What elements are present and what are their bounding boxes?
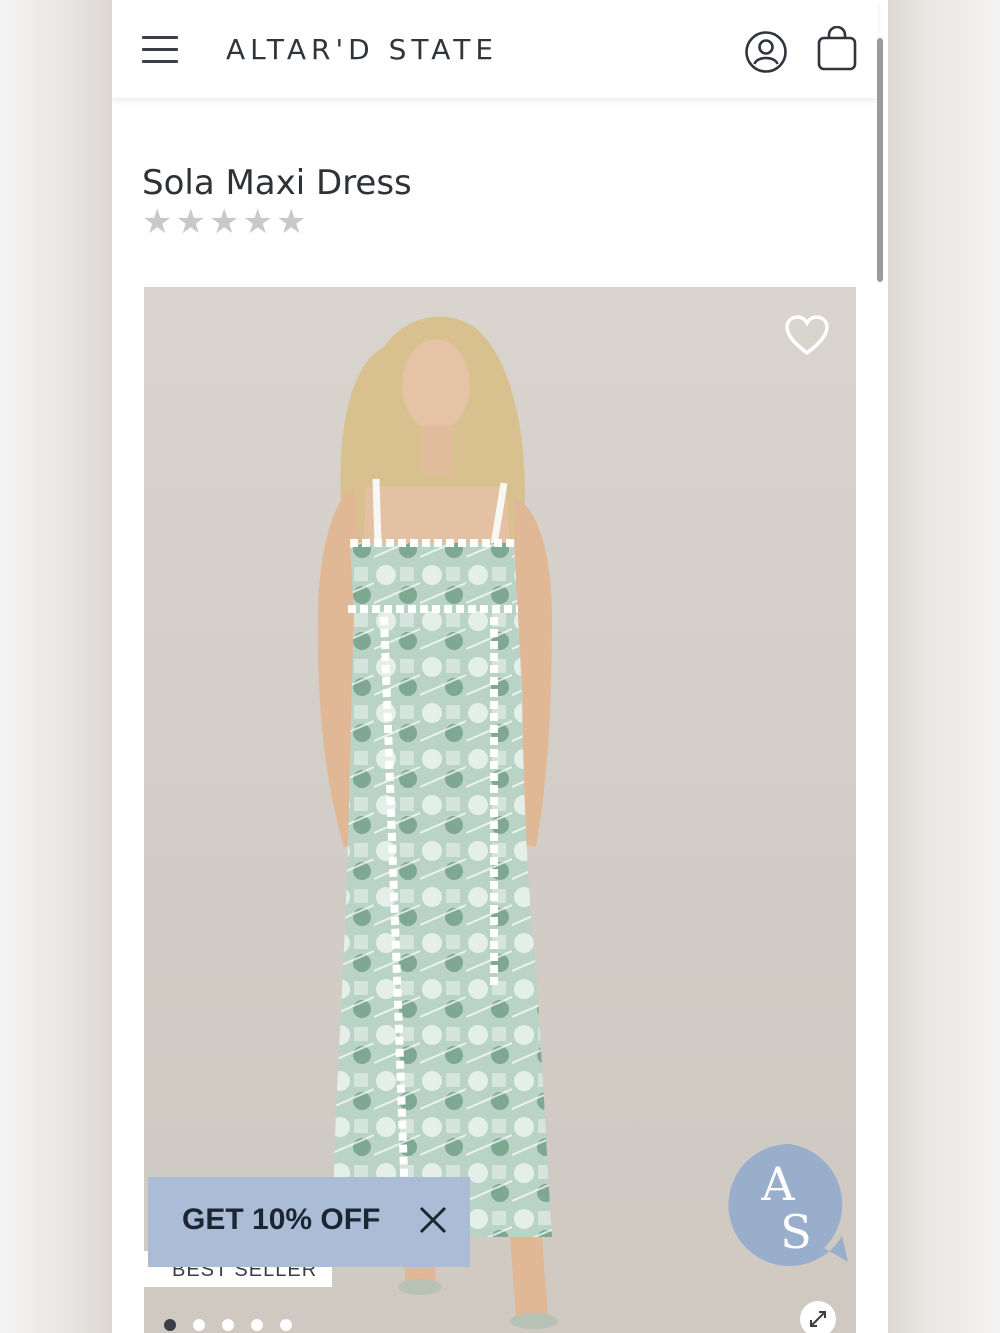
background-right	[888, 0, 1000, 1333]
scrollbar[interactable]	[877, 38, 883, 282]
background-left	[0, 0, 112, 1333]
star-icon: ★	[175, 203, 206, 241]
monogram-bottom: S	[780, 1205, 812, 1259]
monogram-top: A	[760, 1157, 795, 1211]
mobile-viewport: ALTAR'D STATE Sola Maxi Dress ★ ★ ★ ★ ★	[112, 0, 888, 1333]
hamburger-icon[interactable]	[142, 36, 178, 64]
heart-icon[interactable]	[784, 313, 830, 359]
promo-banner[interactable]: GET 10% OFF	[148, 1177, 470, 1267]
carousel-dots	[164, 1319, 292, 1331]
expand-icon[interactable]	[800, 1301, 836, 1333]
product-image[interactable]: BEST SELLER GET 10% OFF A S	[144, 287, 856, 1333]
rating-stars[interactable]: ★ ★ ★ ★ ★	[142, 202, 306, 242]
product-title: Sola Maxi Dress	[142, 162, 412, 203]
site-logo[interactable]: ALTAR'D STATE	[226, 33, 498, 66]
star-icon: ★	[208, 203, 240, 241]
carousel-dot[interactable]	[251, 1319, 263, 1331]
carousel-dot[interactable]	[164, 1319, 176, 1331]
site-header: ALTAR'D STATE	[112, 0, 878, 98]
chat-badge-icon[interactable]: A S	[724, 1140, 854, 1270]
star-icon: ★	[242, 203, 273, 241]
carousel-dot[interactable]	[222, 1319, 234, 1331]
close-icon[interactable]	[418, 1205, 448, 1235]
carousel-dot[interactable]	[280, 1319, 292, 1331]
star-icon: ★	[142, 203, 173, 241]
shopping-bag-icon[interactable]	[816, 26, 858, 72]
promo-label[interactable]: GET 10% OFF	[182, 1203, 380, 1237]
carousel-dot[interactable]	[193, 1319, 205, 1331]
account-icon[interactable]	[744, 30, 788, 74]
star-icon: ★	[275, 203, 307, 241]
